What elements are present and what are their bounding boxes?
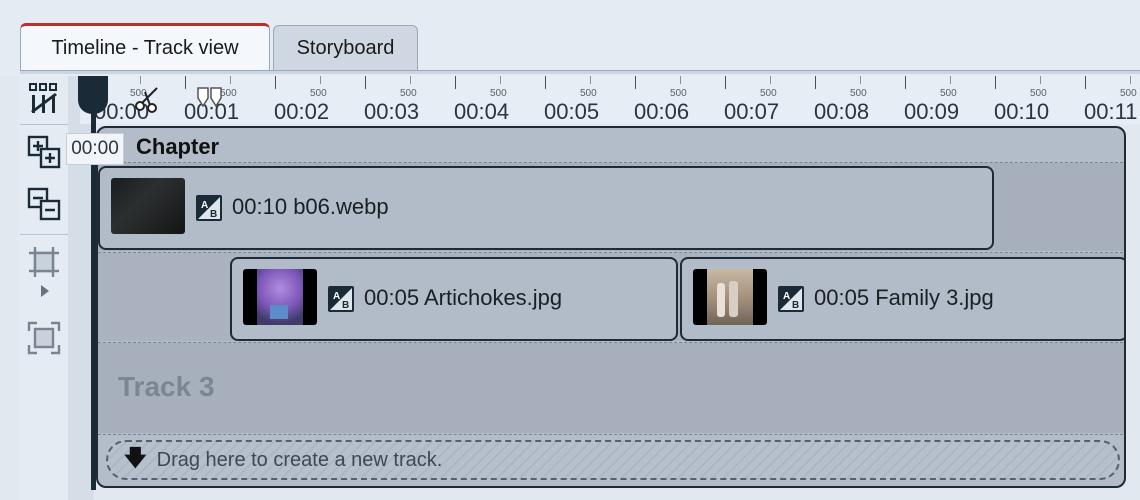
new-track-dropzone[interactable]: 🡇 Drag here to create a new track. <box>106 440 1120 480</box>
track-divider <box>98 434 1124 435</box>
ruler-tick <box>725 76 726 89</box>
dropzone-text: Drag here to create a new track. <box>156 448 443 471</box>
ruler-second-label: 00:05 <box>544 99 600 124</box>
ruler-ms-label: 500 <box>1030 88 1047 99</box>
ruler-ms-label: 500 <box>940 88 957 99</box>
tab-divider <box>20 70 1140 74</box>
toolbar-separator <box>20 234 68 235</box>
ruler-tick <box>815 76 816 89</box>
ruler-tick <box>905 76 906 89</box>
timeline-toolbar <box>18 76 68 500</box>
transition-ab-icon[interactable]: A B <box>328 286 354 312</box>
crop-frame-icon[interactable] <box>26 244 62 280</box>
tab-bar: Timeline - Track view Storyboard <box>0 0 1140 76</box>
ruler-half-tick <box>1130 76 1131 84</box>
fit-frame-icon[interactable] <box>26 320 62 356</box>
split-tracks-icon[interactable] <box>26 80 62 116</box>
clip-artichokes[interactable]: A B 00:05 Artichokes.jpg <box>230 257 678 341</box>
chevron-right-icon[interactable] <box>26 282 62 300</box>
ruler-second-label: 00:09 <box>904 99 960 124</box>
svg-text:B: B <box>342 300 349 311</box>
ruler-tick <box>185 76 186 89</box>
timeline-ruler[interactable]: 00:00 500 00:01 500 00:02 500 00:03 500 00:04 500… <box>80 76 1140 124</box>
ruler-half-tick <box>230 76 231 84</box>
ruler-ms-label: 500 <box>400 88 417 99</box>
ruler-second-label: 00:02 <box>274 99 330 124</box>
svg-text:A: A <box>783 291 790 302</box>
ruler-tick <box>455 76 456 89</box>
ruler-ms-label: 500 <box>1120 88 1137 99</box>
clip-label: 00:10 b06.webp <box>232 194 389 219</box>
clip-thumbnail <box>693 269 767 325</box>
ruler-ms-label: 500 <box>580 88 597 99</box>
ruler-second-label: 00:06 <box>634 99 690 124</box>
ruler-half-tick <box>140 76 141 84</box>
transition-ab-icon[interactable]: A B <box>196 195 222 221</box>
arrow-down-icon: 🡇 <box>124 445 147 470</box>
tab-storyboard[interactable]: Storyboard <box>273 25 418 71</box>
scissors-icon[interactable] <box>133 86 163 114</box>
ruler-tick <box>1085 76 1086 89</box>
clip-b06[interactable]: A B 00:10 b06.webp <box>98 166 994 250</box>
ruler-half-tick <box>680 76 681 84</box>
ruler-second-label: 00:03 <box>364 99 420 124</box>
svg-text:B: B <box>792 300 799 311</box>
track-3[interactable] <box>98 343 1124 433</box>
ruler-half-tick <box>590 76 591 84</box>
chapter-title[interactable]: Chapter <box>136 134 219 160</box>
ruler-ms-label: 500 <box>850 88 867 99</box>
ruler-half-tick <box>1040 76 1041 84</box>
toolbar-separator <box>20 124 68 125</box>
ruler-second-label: 00:10 <box>994 99 1050 124</box>
playhead-handle[interactable] <box>78 76 108 114</box>
ruler-half-tick <box>410 76 411 84</box>
svg-text:B: B <box>210 209 217 220</box>
playhead-time: 00:00 <box>66 133 124 165</box>
ruler-second-label: 00:11 <box>1084 99 1138 124</box>
ruler-ms-label: 500 <box>670 88 687 99</box>
clip-thumbnail <box>243 269 317 325</box>
ruler-half-tick <box>950 76 951 84</box>
transition-ab-icon[interactable]: A B <box>778 286 804 312</box>
ruler-second-label: 00:08 <box>814 99 870 124</box>
ruler-half-tick <box>500 76 501 84</box>
chapter-container: Chapter A B 00:10 b06.webp A B 00:05 Art… <box>96 126 1126 488</box>
ruler-second-label: 00:04 <box>454 99 510 124</box>
ruler-second-label: 00:07 <box>724 99 780 124</box>
ruler-tick <box>275 76 276 89</box>
clip-label: 00:05 Artichokes.jpg <box>364 285 563 310</box>
ruler-ms-label: 500 <box>760 88 777 99</box>
ruler-half-tick <box>860 76 861 84</box>
ruler-tick <box>635 76 636 89</box>
tab-timeline-track-view[interactable]: Timeline - Track view <box>20 23 270 71</box>
ruler-tick <box>365 76 366 89</box>
remove-chapter-icon[interactable] <box>26 186 62 222</box>
track-3-label: Track 3 <box>118 371 215 402</box>
add-chapter-icon[interactable] <box>26 134 62 170</box>
ruler-tick <box>995 76 996 89</box>
ruler-ms-label: 500 <box>490 88 507 99</box>
clip-thumbnail <box>111 178 185 234</box>
ruler-tick <box>545 76 546 89</box>
svg-text:A: A <box>333 291 340 302</box>
ruler-half-tick <box>320 76 321 84</box>
clip-family-3[interactable]: A B 00:05 Family 3.jpg <box>680 257 1124 341</box>
clip-label: 00:05 Family 3.jpg <box>814 285 994 310</box>
ruler-half-tick <box>770 76 771 84</box>
cut-marker-icon[interactable] <box>195 86 225 110</box>
ruler-ms-label: 500 <box>310 88 327 99</box>
svg-text:A: A <box>201 200 208 211</box>
